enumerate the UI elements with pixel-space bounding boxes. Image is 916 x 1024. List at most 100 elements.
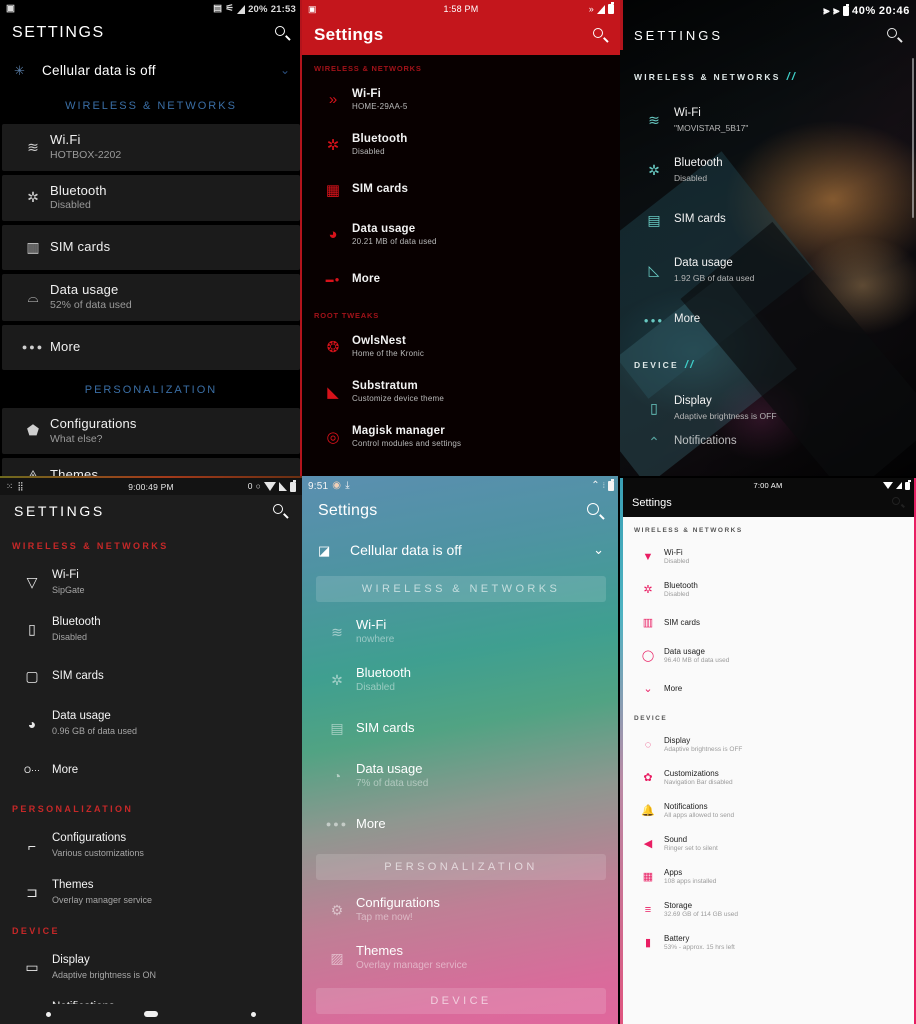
signal-icon [237, 4, 246, 14]
substratum-icon: ◣ [327, 383, 339, 401]
list-item[interactable]: ◕ Data usage 20.21 MB of data used [302, 212, 620, 257]
cellular-data-row[interactable]: ✳ Cellular data is off ⌄ [0, 50, 302, 90]
item-title: Wi-Fi [664, 547, 683, 557]
panel-transparent-teal: ⫸ ⫸ 40% 20:46 SETTINGS WIRELESS & NETWOR… [620, 0, 916, 476]
search-icon[interactable] [892, 497, 905, 509]
list-item[interactable]: ⊐ Themes Overlay manager service [0, 869, 302, 916]
list-item[interactable]: ▤ SIM cards [302, 704, 620, 752]
list-item[interactable]: ◕ Data usage 0.96 GB of data used [0, 700, 302, 747]
configurations-icon: ⚙ [330, 901, 344, 918]
search-icon[interactable] [587, 502, 605, 520]
list-item[interactable]: ✲ Bluetooth Disabled [620, 573, 916, 606]
status-right-icons: 0 ○ [248, 479, 302, 492]
item-subtitle: 108 apps installed [664, 877, 717, 885]
list-item[interactable]: ≋ Wi-Fi nowhere [302, 608, 620, 656]
bluetooth-icon: ✲ [331, 671, 343, 688]
wifi-icon: ≋ [27, 138, 39, 155]
item-title: Wi.Fi [50, 132, 81, 147]
recents-button[interactable] [250, 1011, 256, 1017]
page-title: Settings [314, 25, 384, 44]
search-icon[interactable] [593, 27, 609, 43]
search-icon[interactable] [273, 503, 289, 519]
list-item[interactable]: ⚙ Configurations Tap me now! [302, 886, 620, 934]
item-subtitle: 53% - approx. 15 hrs left [664, 943, 735, 951]
list-item[interactable]: ≋ Wi-Fi "MOVISTAR_5B17" [620, 95, 916, 145]
list-item[interactable]: ▮ Battery 53% - approx. 15 hrs left [620, 926, 916, 959]
data-usage-icon: ◔ [332, 768, 342, 784]
list-item[interactable]: ●●● More [302, 800, 620, 848]
chevron-down-icon[interactable]: ⌄ [280, 63, 290, 77]
list-item[interactable]: ▤ SIM cards [620, 195, 916, 245]
list-item[interactable]: ▯ Display Adaptive brightness is OFF [620, 383, 916, 433]
list-item[interactable]: ◎ Magisk manager Control modules and sett… [302, 414, 620, 459]
list-item[interactable]: ▦ SIM cards [302, 167, 620, 212]
list-item[interactable]: ▬● More [302, 257, 620, 302]
item-title: Display [664, 735, 691, 745]
section-header-wireless: WIRELESS & NETWORKS [314, 64, 422, 73]
battery-icon [290, 479, 296, 492]
list-item[interactable]: ▯ Bluetooth Disabled [0, 606, 302, 653]
section-header-wireless: WIRELESS & NETWORKS [12, 541, 169, 551]
battery-icon [843, 4, 850, 16]
panel-amoled-black: ▣ ▤ ⚟ 20% 21:53 SETTINGS ✳ Cellular data… [0, 0, 302, 476]
list-item[interactable]: ◌ Display Adaptive brightness is OFF [620, 728, 916, 761]
home-button[interactable] [143, 1011, 158, 1017]
storage-icon: ≡ [644, 903, 652, 916]
list-item[interactable]: ✲ Bluetooth Disabled [620, 145, 916, 195]
list-item[interactable]: ⌄ More [620, 672, 916, 705]
list-item[interactable]: ⟁ Themes [2, 458, 300, 476]
list-item[interactable]: ▨ Themes Overlay manager service [302, 934, 620, 982]
list-item[interactable]: ✿ Customizations Navigation Bar disabled [620, 761, 916, 794]
list-item[interactable]: ✲ Bluetooth Disabled [2, 174, 300, 222]
data-usage-icon: ◕ [328, 226, 338, 243]
item-subtitle: Tap me now! [356, 912, 413, 924]
list-item[interactable]: ●●● More [2, 324, 300, 370]
search-icon[interactable] [887, 28, 903, 43]
back-button[interactable] [46, 1011, 52, 1017]
list-item[interactable]: ▭ Display Adaptive brightness is ON [0, 944, 302, 991]
sim-card-icon: ▥ [642, 617, 654, 629]
panel-light-pink: 7:00 AM Settings WIRELESS & NETWORKS ▼ W… [620, 478, 916, 1024]
list-item[interactable]: ◔ Data usage 7% of data used [302, 752, 620, 800]
list-item[interactable]: ⌐ Configurations Various customizations [0, 822, 302, 869]
list-item[interactable]: ✲ Bluetooth Disabled [302, 122, 620, 167]
list-item[interactable]: ◺ Data usage 1.92 GB of data used [620, 245, 916, 295]
list-item[interactable]: ≡ Storage 32.69 GB of 114 GB used [620, 893, 916, 926]
item-subtitle: 1.92 GB of data used [674, 272, 755, 283]
list-item[interactable]: ▥ SIM cards [2, 225, 300, 271]
list-item[interactable]: ⌓ Data usage 52% of data used [2, 274, 300, 321]
list-item[interactable]: ▥ SIM cards [620, 606, 916, 639]
configurations-icon: ⌐ [27, 837, 37, 854]
list-item[interactable]: ◯ Data usage 96.40 MB of data used [620, 639, 916, 672]
list-item[interactable]: 🔔 Notifications All apps allowed to send [620, 794, 916, 827]
list-item[interactable]: ✲ Bluetooth Disabled [302, 656, 620, 704]
list-item[interactable]: ❂ OwlsNest Home of the Kronic [302, 324, 620, 369]
list-item[interactable]: ●●● More [620, 295, 916, 345]
list-item[interactable]: ▼ Wi-Fi Disabled [620, 540, 916, 573]
list-item[interactable]: ▦ Apps 108 apps installed [620, 860, 916, 893]
list-item[interactable]: ▽ Wi-Fi SipGate [0, 559, 302, 606]
search-icon[interactable] [275, 25, 291, 41]
section-header-device: DEVICE [12, 926, 60, 936]
item-subtitle: Ringer set to silent [664, 844, 718, 852]
list-item[interactable]: ◣ Substratum Customize device theme [302, 369, 620, 414]
list-item[interactable]: O⋯ More [0, 747, 302, 794]
display-icon: ▯ [650, 399, 658, 416]
item-title: Substratum [352, 379, 418, 392]
configurations-icon: ⬟ [26, 422, 40, 439]
list-item[interactable]: ▢ SIM cards [0, 653, 302, 700]
chevron-down-icon[interactable]: ⌄ [593, 542, 604, 558]
scrollbar[interactable] [912, 58, 914, 218]
clock: 7:00 AM [753, 481, 783, 490]
list-item[interactable]: ◀ Sound Ringer set to silent [620, 827, 916, 860]
cellular-data-row[interactable]: ◪ Cellular data is off ⌄ [302, 530, 620, 570]
list-item[interactable]: ⬟ Configurations What else? [2, 407, 300, 455]
list-item[interactable]: ◎ Display [302, 1020, 620, 1024]
list-item[interactable]: ⌃ Notifications [620, 433, 916, 451]
list-item[interactable]: ≋ Wi.Fi HOTBOX-2202 [2, 124, 300, 171]
wifi-icon [264, 482, 276, 491]
clock: 9:51 [308, 480, 329, 492]
item-title: SIM cards [674, 213, 726, 226]
list-item[interactable]: » Wi-Fi HOME-29AA-5 [302, 77, 620, 122]
more-icon: ⌄ [643, 683, 653, 695]
